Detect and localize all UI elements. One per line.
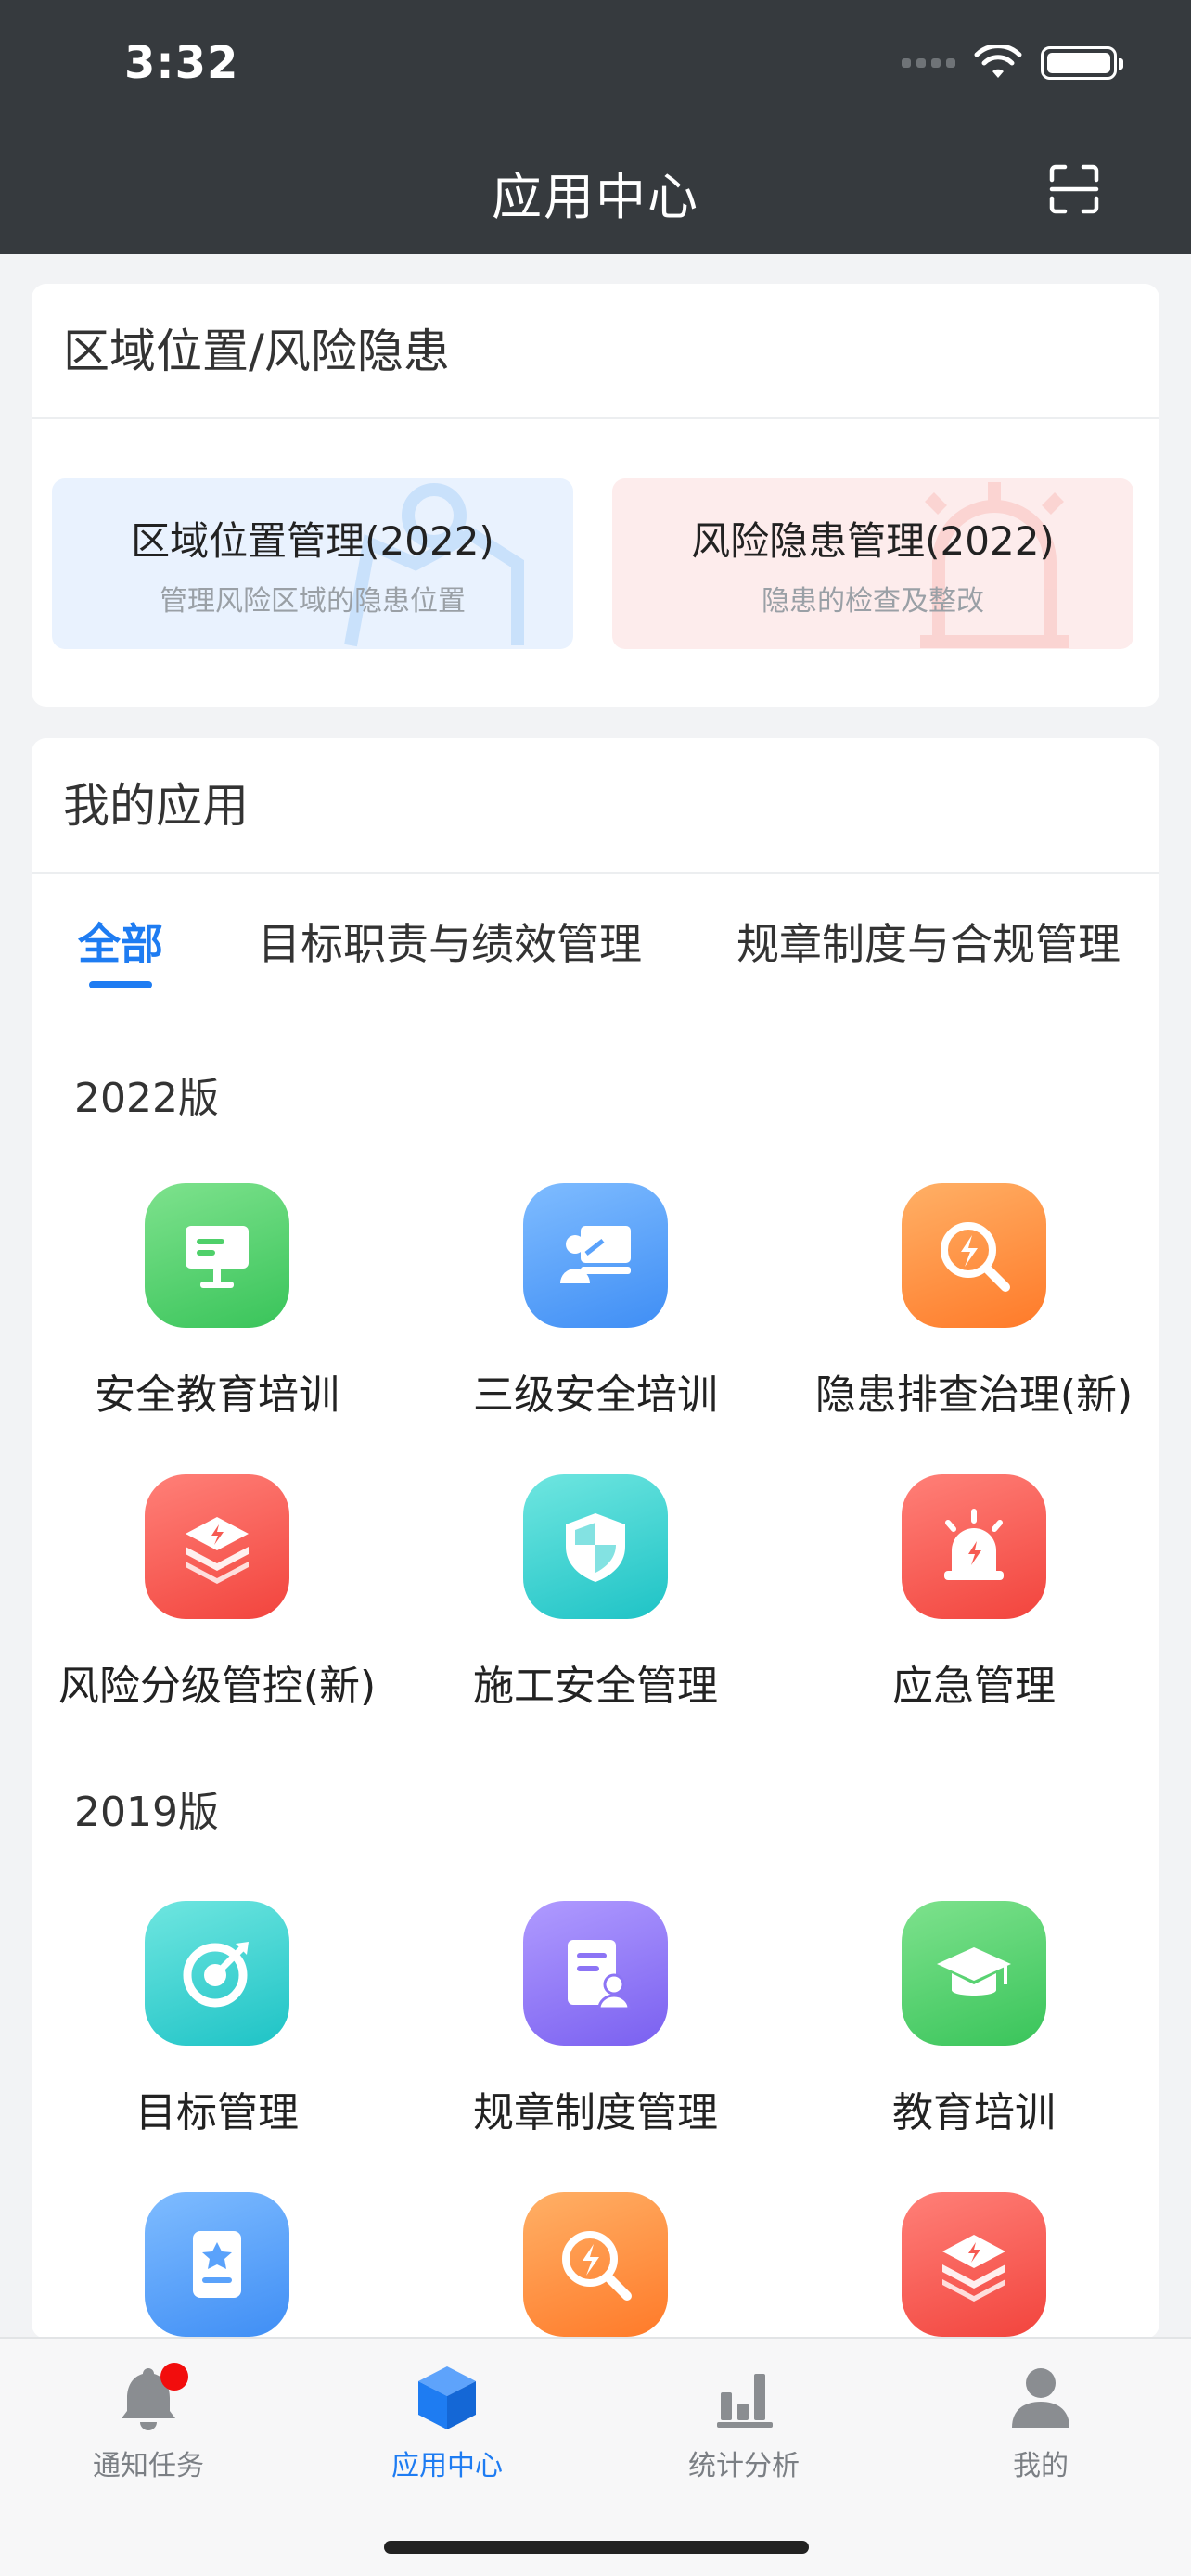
tab-goals-performance[interactable]: 目标职责与绩效管理 <box>258 911 642 972</box>
app-label: 风险分级管控(新) <box>58 1663 377 1710</box>
tab-statistics[interactable]: 统计分析 <box>633 2363 855 2483</box>
user-icon <box>1006 2363 1075 2431</box>
app-safety-education[interactable]: 安全教育培训 <box>32 1183 403 1421</box>
my-apps-card: 我的应用 全部 目标职责与绩效管理 规章制度与合规管理 2022版 安全教育培训… <box>32 738 1159 2339</box>
group-label-2019: 2019版 <box>74 1789 219 1836</box>
app-badge-card[interactable] <box>32 2192 403 2337</box>
bar-chart-icon <box>710 2363 778 2431</box>
app-risk-grading-new[interactable]: 风险分级管控(新) <box>32 1474 403 1712</box>
layers-bolt-icon <box>145 1474 289 1619</box>
app-label: 隐患排查治理(新) <box>814 1371 1133 1419</box>
target-icon <box>145 1901 289 2046</box>
app-label: 应急管理 <box>892 1663 1056 1710</box>
apps-section-title: 我的应用 <box>32 738 1159 874</box>
status-icons <box>902 45 1123 82</box>
risk-hazard-tile[interactable]: 风险隐患管理(2022) 隐患的检查及整改 <box>612 478 1133 649</box>
app-hazard-investigation-new[interactable]: 隐患排查治理(新) <box>788 1183 1159 1421</box>
cube-icon <box>413 2363 481 2431</box>
tab-label: 应用中心 <box>391 2450 503 2482</box>
notification-badge <box>160 2363 188 2391</box>
layers-bolt-icon <box>902 2192 1046 2337</box>
page-title: 应用中心 <box>492 168 699 226</box>
top-bar: 3:32 应用中心 <box>0 0 1191 254</box>
magnifier-bolt-icon <box>902 1183 1046 1328</box>
tab-label: 我的 <box>1013 2450 1069 2482</box>
tab-label: 通知任务 <box>93 2450 204 2482</box>
shield-icon <box>523 1474 668 1619</box>
active-tab-indicator <box>89 981 152 988</box>
app-education-training[interactable]: 教育培训 <box>788 1901 1159 2138</box>
cellular-signal-icon <box>902 58 955 68</box>
home-indicator <box>384 2541 809 2554</box>
app-label: 三级安全培训 <box>473 1371 718 1419</box>
tab-notifications[interactable]: 通知任务 <box>37 2363 260 2483</box>
badge-card-icon <box>145 2192 289 2337</box>
scan-icon[interactable] <box>1048 163 1100 215</box>
category-tabs: 全部 目标职责与绩效管理 规章制度与合规管理 <box>32 874 1159 1003</box>
region-section-title: 区域位置/风险隐患 <box>32 284 1159 419</box>
app-risk-grading[interactable] <box>788 2192 1159 2337</box>
risk-tile-subtitle: 隐患的检查及整改 <box>762 585 984 618</box>
risk-tile-title: 风险隐患管理(2022) <box>691 518 1055 564</box>
tab-all[interactable]: 全部 <box>78 911 163 972</box>
tab-label: 统计分析 <box>688 2450 800 2482</box>
battery-icon <box>1041 46 1123 80</box>
app-label: 教育培训 <box>892 2089 1056 2136</box>
presentation-board-icon <box>145 1183 289 1328</box>
app-rules-management[interactable]: 规章制度管理 <box>410 1901 781 2138</box>
app-label: 施工安全管理 <box>473 1663 718 1710</box>
region-location-tile[interactable]: 区域位置管理(2022) 管理风险区域的隐患位置 <box>52 478 573 649</box>
magnifier-bolt-icon <box>523 2192 668 2337</box>
alarm-light-icon <box>902 1474 1046 1619</box>
tab-app-center[interactable]: 应用中心 <box>336 2363 558 2483</box>
app-label: 目标管理 <box>135 2089 299 2136</box>
app-hazard-investigation[interactable] <box>410 2192 781 2337</box>
tab-rules-compliance[interactable]: 规章制度与合规管理 <box>736 911 1121 972</box>
bell-icon <box>114 2363 188 2431</box>
status-time: 3:32 <box>124 37 239 89</box>
region-risk-card: 区域位置/风险隐患 区域位置管理(2022) 管理风险区域的隐患位置 风险隐患管… <box>32 284 1159 707</box>
wifi-icon <box>974 45 1022 78</box>
app-three-level-training[interactable]: 三级安全培训 <box>410 1183 781 1421</box>
group-label-2022: 2022版 <box>74 1075 219 1122</box>
region-tile-title: 区域位置管理(2022) <box>131 518 494 564</box>
app-emergency-management[interactable]: 应急管理 <box>788 1474 1159 1712</box>
tab-profile[interactable]: 我的 <box>929 2363 1152 2483</box>
app-label: 规章制度管理 <box>473 2089 718 2136</box>
app-label: 安全教育培训 <box>95 1371 339 1419</box>
app-target-management[interactable]: 目标管理 <box>32 1901 403 2138</box>
region-tile-subtitle: 管理风险区域的隐患位置 <box>160 585 466 618</box>
graduation-cap-icon <box>902 1901 1046 2046</box>
document-user-icon <box>523 1901 668 2046</box>
app-construction-safety[interactable]: 施工安全管理 <box>410 1474 781 1712</box>
teacher-board-icon <box>523 1183 668 1328</box>
